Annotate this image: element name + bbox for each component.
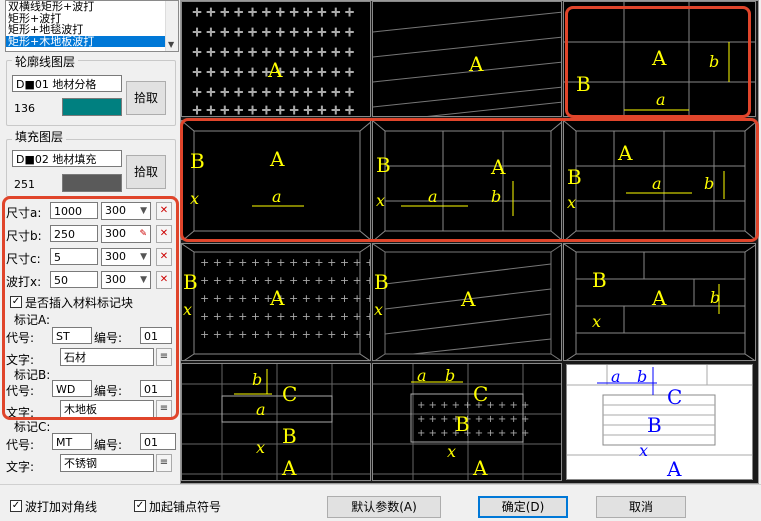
outline-color-swatch[interactable] xyxy=(62,98,122,116)
label-a: a xyxy=(256,400,266,419)
label-B: B xyxy=(647,413,662,437)
label-x: x xyxy=(592,312,602,331)
marker-c-title: 标记C: xyxy=(14,420,51,434)
svg-text:+ + + + + + + + + + + +: + + + + + + + + + + + + xyxy=(192,85,355,99)
label-b: b xyxy=(637,367,648,386)
list-scrollbar[interactable]: ▼ xyxy=(165,1,178,51)
highlight-preview-top-right xyxy=(565,6,751,118)
label-A: A xyxy=(473,456,488,480)
svg-text:+ + + + + + + + + + + +: + + + + + + + + + + + + xyxy=(192,5,355,19)
style-list[interactable]: 双横线矩形+波打 矩形+波打 矩形+地毯波打 矩形+木地板波打 ▼ xyxy=(5,0,179,52)
svg-text:+ + + + + + + + + + + +: + + + + + + + + + + + + xyxy=(192,45,355,59)
fill-color-swatch[interactable] xyxy=(62,174,122,192)
label-B: B xyxy=(183,270,198,294)
label-A: A xyxy=(461,287,476,311)
marker-c-num-label: 编号: xyxy=(94,438,123,452)
outline-pick-button[interactable]: 拾取 xyxy=(126,81,166,115)
preview-tile-9[interactable]: A b B x xyxy=(563,243,756,361)
label-A: A xyxy=(268,58,283,82)
fill-color-index: 251 xyxy=(14,178,35,191)
marker-c-browse-icon[interactable]: ≡ xyxy=(156,454,172,472)
label-b: b xyxy=(252,370,263,389)
start-symbol-checkbox[interactable]: ✓ xyxy=(134,500,146,512)
label-A: A xyxy=(667,457,682,480)
scroll-down-icon[interactable]: ▼ xyxy=(168,40,174,49)
preview-tile-8[interactable]: A B x xyxy=(372,243,562,361)
style-list-item-selected[interactable]: 矩形+木地板波打 xyxy=(6,35,178,47)
label-b: b xyxy=(445,366,456,385)
svg-text:+ + + + + + + + + + + + + +: + + + + + + + + + + + + + + xyxy=(200,310,371,323)
label-B: B xyxy=(592,268,607,292)
preview-tile-1[interactable]: + + + + + + + + + + + + + + + + + + + + … xyxy=(181,1,371,117)
label-A: A xyxy=(652,286,667,310)
preview-tile-7[interactable]: + + + + + + + + + + + + + + + + + + + + +… xyxy=(181,243,371,361)
label-x: x xyxy=(256,438,266,457)
svg-text:+ + + + + + + + + + + + + +: + + + + + + + + + + + + + + xyxy=(200,328,371,341)
marker-c-num-input[interactable]: 01 xyxy=(140,433,176,450)
corner-line-checkbox[interactable]: ✓ xyxy=(10,500,22,512)
label-A: A xyxy=(270,286,285,310)
default-params-button[interactable]: 默认参数(A) xyxy=(327,496,441,518)
fill-layer-name[interactable]: D■02 地材填充 xyxy=(12,150,122,167)
label-x: x xyxy=(183,300,193,319)
label-C: C xyxy=(667,385,683,409)
svg-text:+ + + + + + + + + + + +: + + + + + + + + + + + + xyxy=(192,103,355,117)
style-list-item[interactable]: 矩形+地毯波打 xyxy=(6,24,178,36)
svg-text:+ + + + + + + + + +: + + + + + + + + + + xyxy=(417,428,529,439)
preview-tile-11[interactable]: + + + + + + + + + + + + + + + + + + + + + … xyxy=(372,363,562,481)
marker-c-code-input[interactable]: MT xyxy=(52,433,92,450)
svg-text:+ + + + + + + + + + + +: + + + + + + + + + + + + xyxy=(192,25,355,39)
ok-button[interactable]: 确定(D) xyxy=(478,496,568,518)
svg-text:+ + + + + + + + + +: + + + + + + + + + + xyxy=(417,414,529,425)
preview-tile-10[interactable]: b C a B x A xyxy=(181,363,371,481)
svg-text:+ + + + + + + + + + + + + +: + + + + + + + + + + + + + + xyxy=(200,256,371,269)
label-a: a xyxy=(417,366,427,385)
label-b: b xyxy=(710,288,721,307)
label-x: x xyxy=(447,442,457,461)
label-B: B xyxy=(282,424,297,448)
label-A: A xyxy=(469,52,484,76)
marker-c-text-label: 文字: xyxy=(6,460,35,474)
outline-layer-title: 轮廓线图层 xyxy=(12,53,79,70)
marker-c-text-input[interactable]: 不锈钢 xyxy=(60,454,154,472)
preview-tile-12-selected[interactable]: a b C B x A xyxy=(566,364,753,480)
highlight-preview-row2 xyxy=(180,118,759,242)
svg-text:+ + + + + + + + + + + + + +: + + + + + + + + + + + + + + xyxy=(200,292,371,305)
outline-color-index: 136 xyxy=(14,102,35,115)
cancel-button[interactable]: 取消 xyxy=(596,496,686,518)
label-B: B xyxy=(455,412,470,436)
label-A: A xyxy=(282,456,297,480)
svg-text:+ + + + + + + + + + + + + +: + + + + + + + + + + + + + + xyxy=(200,274,371,287)
label-a: a xyxy=(611,367,621,386)
label-C: C xyxy=(473,382,489,406)
corner-line-label: 波打加对角线 xyxy=(25,500,98,514)
highlight-left-params xyxy=(2,196,179,420)
preview-tile-2[interactable]: A xyxy=(372,1,562,117)
marker-c-code-label: 代号: xyxy=(6,438,35,452)
label-B: B xyxy=(374,270,389,294)
label-x: x xyxy=(374,300,384,319)
label-x: x xyxy=(639,441,649,460)
label-C: C xyxy=(282,382,298,406)
fill-pick-button[interactable]: 拾取 xyxy=(126,155,166,189)
style-list-item[interactable]: 双横线矩形+波打 xyxy=(6,1,178,13)
outline-layer-name[interactable]: D■01 地材分格 xyxy=(12,75,122,92)
fill-layer-title: 填充图层 xyxy=(12,128,67,145)
start-symbol-label: 加起铺点符号 xyxy=(149,500,222,514)
divider xyxy=(0,484,761,485)
